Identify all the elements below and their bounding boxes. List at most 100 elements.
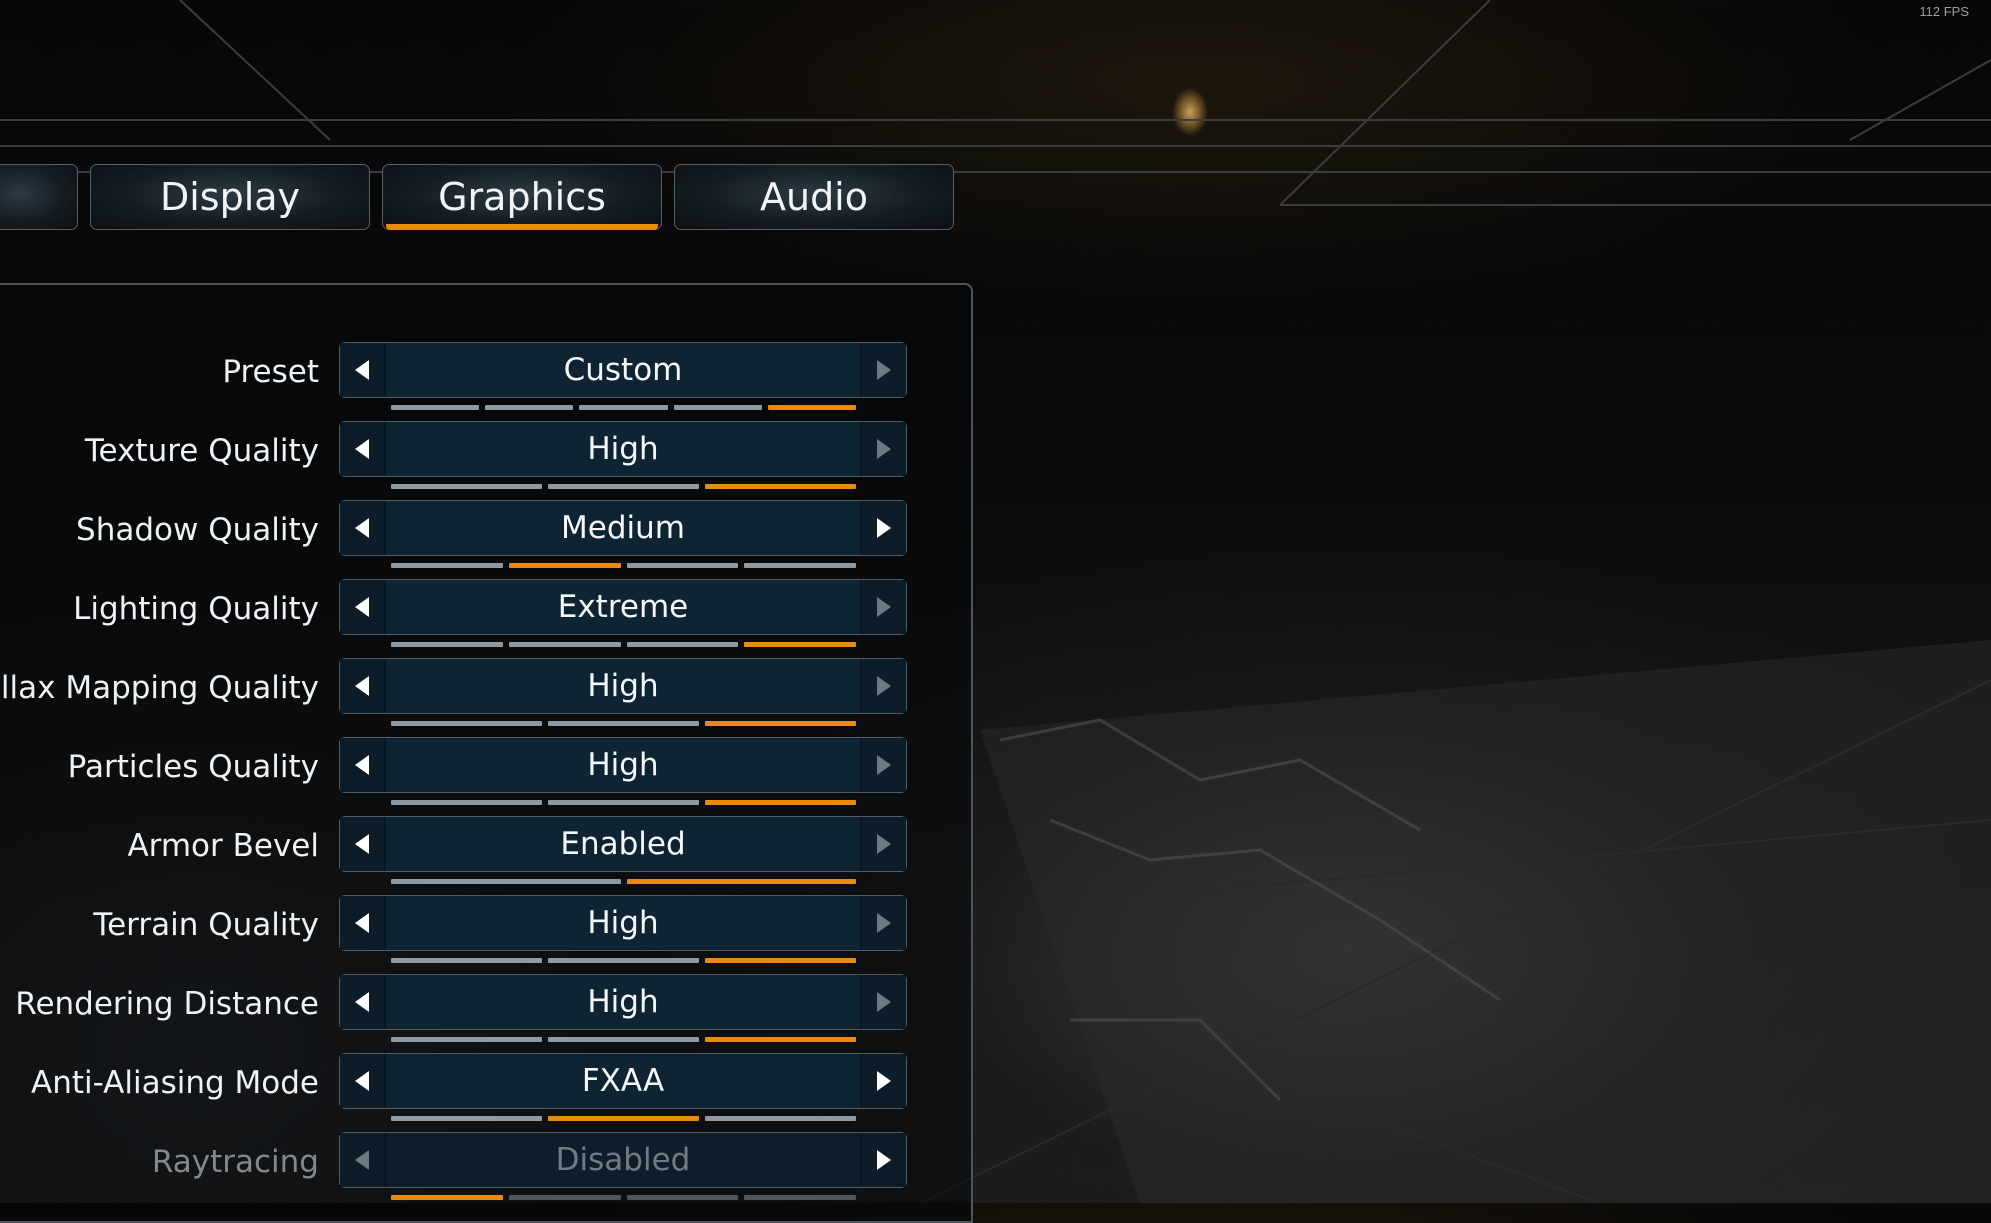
level-indicator xyxy=(391,958,856,963)
arrow-right-icon xyxy=(877,518,891,538)
arrow-right-icon xyxy=(877,1150,891,1170)
setting-row-texture-quality: Texture Quality High xyxy=(0,421,950,500)
level-segment xyxy=(673,405,762,410)
level-segment xyxy=(391,879,621,884)
setting-selector[interactable]: FXAA xyxy=(339,1053,907,1109)
tab-graphics[interactable]: Graphics xyxy=(382,164,662,230)
setting-value: Medium xyxy=(561,510,685,546)
arrow-left-icon xyxy=(355,360,369,380)
setting-value: High xyxy=(587,905,659,941)
level-segment xyxy=(391,484,542,489)
level-indicator xyxy=(391,721,856,726)
level-segment-active xyxy=(508,563,621,568)
setting-row-shadow-quality: Shadow Quality Medium xyxy=(0,500,950,579)
setting-selector[interactable]: Extreme xyxy=(339,579,907,635)
setting-label: Preset xyxy=(222,354,319,390)
setting-row-rendering-distance: Rendering Distance High xyxy=(0,974,950,1053)
level-segment xyxy=(508,642,621,647)
next-option-button[interactable] xyxy=(860,1133,906,1187)
setting-row-terrain-quality: Terrain Quality High xyxy=(0,895,950,974)
arrow-right-icon xyxy=(877,360,891,380)
level-segment xyxy=(391,1116,542,1121)
graphics-settings-panel: Preset Custom Texture Quality High Shadow Qu… xyxy=(0,283,973,1223)
next-option-button[interactable] xyxy=(860,738,906,792)
setting-value: Disabled xyxy=(555,1142,691,1178)
previous-option-button[interactable] xyxy=(340,975,386,1029)
setting-selector[interactable]: High xyxy=(339,737,907,793)
level-indicator xyxy=(391,1116,856,1121)
level-segment-active xyxy=(705,721,856,726)
previous-option-button[interactable] xyxy=(340,738,386,792)
arrow-right-icon xyxy=(877,755,891,775)
level-segment xyxy=(548,800,699,805)
level-segment xyxy=(548,721,699,726)
arrow-left-icon xyxy=(355,439,369,459)
arrow-left-icon xyxy=(355,518,369,538)
setting-value: High xyxy=(587,747,659,783)
setting-selector[interactable]: High xyxy=(339,658,907,714)
level-segment-active xyxy=(744,642,856,647)
tab-general[interactable] xyxy=(0,164,78,230)
setting-selector[interactable]: Custom xyxy=(339,342,907,398)
previous-option-button[interactable] xyxy=(340,343,386,397)
level-indicator xyxy=(391,642,856,647)
arrow-right-icon xyxy=(877,439,891,459)
setting-selector[interactable]: Enabled xyxy=(339,816,907,872)
setting-row-lighting-quality: Lighting Quality Extreme xyxy=(0,579,950,658)
previous-option-button[interactable] xyxy=(340,422,386,476)
tab-display[interactable]: Display xyxy=(90,164,370,230)
tab-audio[interactable]: Audio xyxy=(674,164,954,230)
fps-counter: 112 FPS xyxy=(1919,4,1969,19)
level-segment-active xyxy=(705,800,856,805)
level-segment xyxy=(744,1195,856,1200)
level-segment xyxy=(391,800,542,805)
setting-row-particles-quality: Particles Quality High xyxy=(0,737,950,816)
level-indicator xyxy=(391,484,856,489)
next-option-button[interactable] xyxy=(860,580,906,634)
setting-selector[interactable]: High xyxy=(339,974,907,1030)
next-option-button[interactable] xyxy=(860,343,906,397)
level-indicator xyxy=(391,405,857,410)
next-option-button[interactable] xyxy=(860,501,906,555)
level-segment xyxy=(626,563,739,568)
level-segment xyxy=(485,405,574,410)
setting-row-anti-aliasing-mode: Anti-Aliasing Mode FXAA xyxy=(0,1053,950,1132)
previous-option-button[interactable] xyxy=(340,817,386,871)
setting-selector[interactable]: High xyxy=(339,421,907,477)
previous-option-button[interactable] xyxy=(340,501,386,555)
setting-row-preset: Preset Custom xyxy=(0,342,950,421)
setting-label: allax Mapping Quality xyxy=(0,670,319,706)
next-option-button[interactable] xyxy=(860,975,906,1029)
arrow-left-icon xyxy=(355,1071,369,1091)
arrow-left-icon xyxy=(355,834,369,854)
arrow-left-icon xyxy=(355,1150,369,1170)
setting-selector[interactable]: High xyxy=(339,895,907,951)
previous-option-button[interactable] xyxy=(340,659,386,713)
arrow-right-icon xyxy=(877,1071,891,1091)
setting-value: Enabled xyxy=(560,826,686,862)
arrow-right-icon xyxy=(877,834,891,854)
next-option-button[interactable] xyxy=(860,422,906,476)
next-option-button[interactable] xyxy=(860,896,906,950)
level-segment-active xyxy=(705,484,856,489)
previous-option-button[interactable] xyxy=(340,896,386,950)
setting-selector[interactable]: Medium xyxy=(339,500,907,556)
setting-label: Texture Quality xyxy=(84,433,319,469)
level-segment xyxy=(391,721,542,726)
next-option-button[interactable] xyxy=(860,817,906,871)
setting-row-allax-mapping-quality: allax Mapping Quality High xyxy=(0,658,950,737)
level-segment-active xyxy=(548,1116,699,1121)
arrow-right-icon xyxy=(877,992,891,1012)
previous-option-button[interactable] xyxy=(340,580,386,634)
level-indicator xyxy=(391,879,856,884)
setting-label: Armor Bevel xyxy=(127,828,319,864)
next-option-button[interactable] xyxy=(860,659,906,713)
level-segment xyxy=(626,1195,739,1200)
next-option-button[interactable] xyxy=(860,1054,906,1108)
level-indicator xyxy=(391,563,856,568)
level-segment xyxy=(391,958,542,963)
arrow-right-icon xyxy=(877,597,891,617)
setting-label: Rendering Distance xyxy=(15,986,319,1022)
previous-option-button[interactable] xyxy=(340,1054,386,1108)
level-segment xyxy=(705,1116,856,1121)
